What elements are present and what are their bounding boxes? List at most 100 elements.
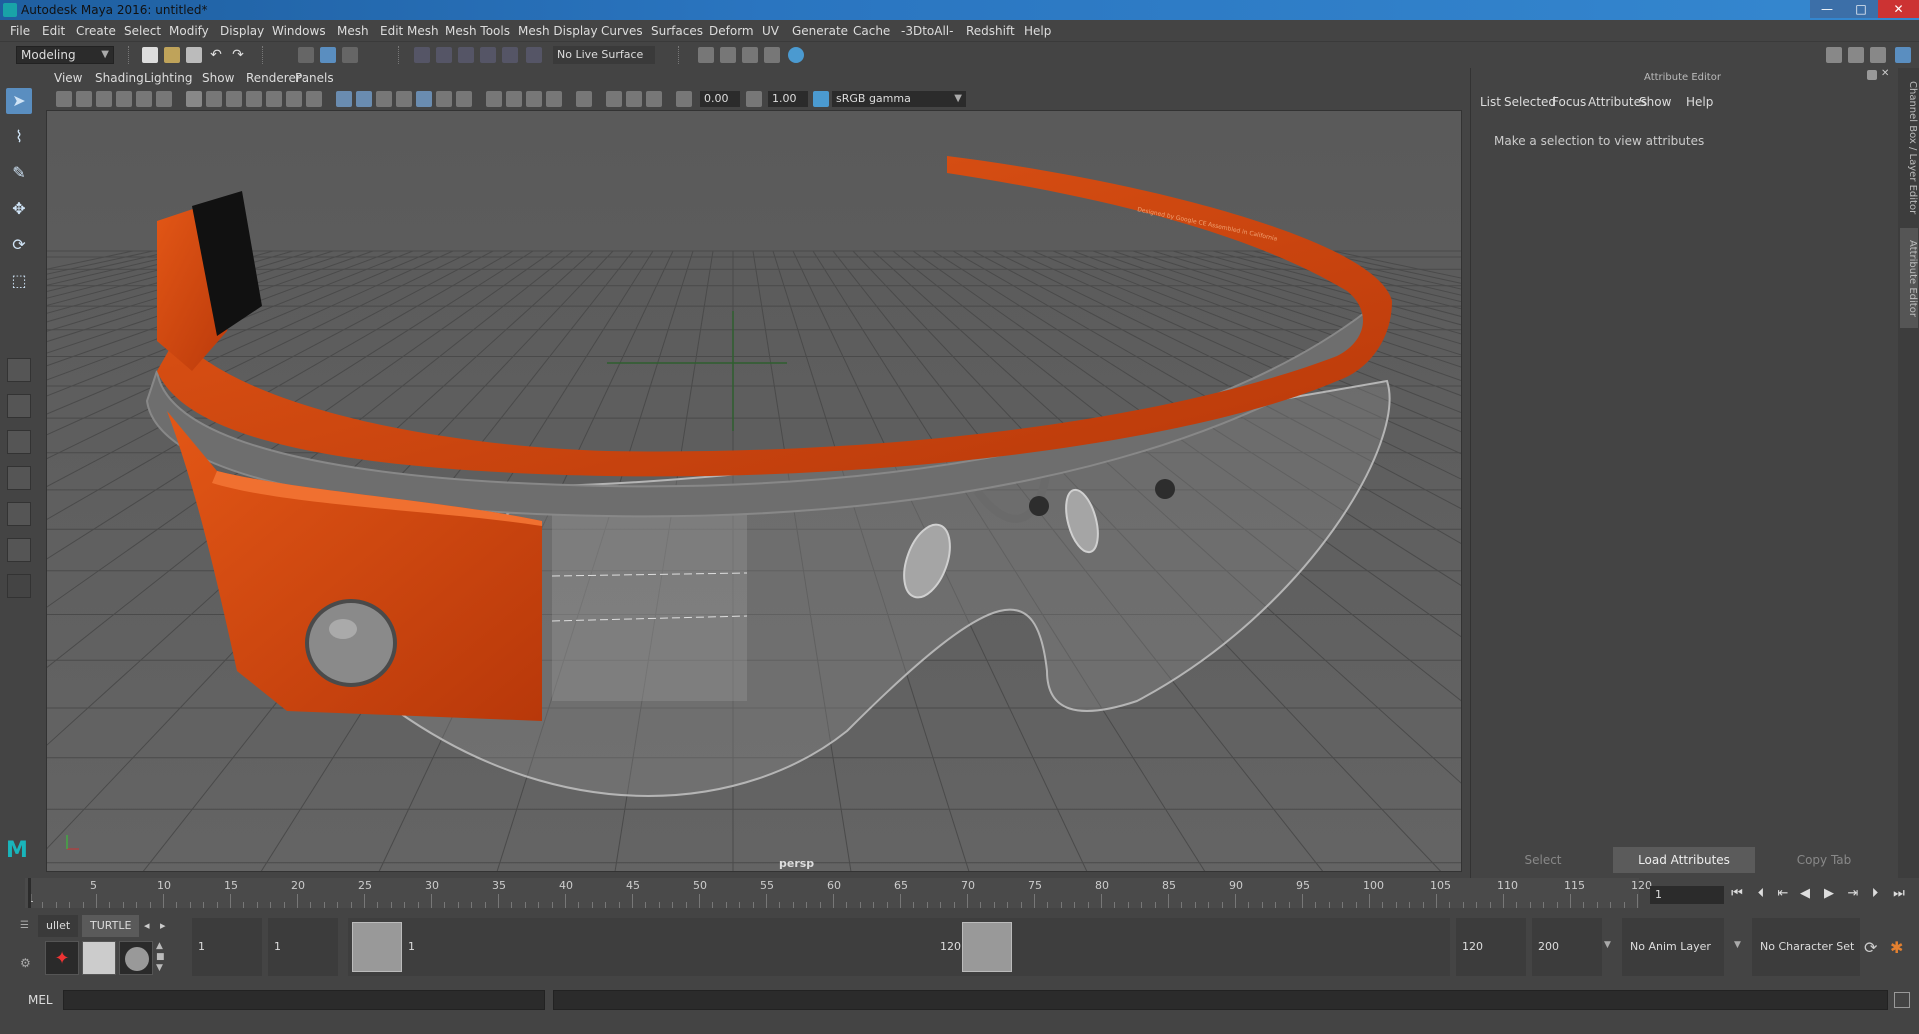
camera-select-icon[interactable] [56, 91, 72, 107]
use-default-material-icon[interactable] [376, 91, 392, 107]
snap-grid-icon[interactable] [414, 47, 430, 63]
menu-file[interactable]: File [10, 24, 30, 38]
xray-icon[interactable] [416, 91, 432, 107]
attr-menu-show[interactable]: Show [1639, 95, 1671, 109]
step-back-frame-icon[interactable]: ⇤ [1774, 884, 1792, 904]
current-time-indicator[interactable] [28, 878, 31, 908]
viewport-menu-lighting[interactable]: Lighting [144, 71, 193, 85]
undo-icon[interactable]: ↶ [208, 47, 224, 63]
attr-menu-list[interactable]: List [1480, 95, 1501, 109]
chevron-down-icon[interactable]: ▼ [1734, 940, 1741, 950]
command-input[interactable] [63, 990, 545, 1010]
minimize-button[interactable]: — [1810, 0, 1844, 18]
menu-generate[interactable]: Generate [792, 24, 848, 38]
wireframe-on-shaded-icon[interactable] [396, 91, 412, 107]
render-settings-icon[interactable] [764, 47, 780, 63]
hypershade-layout-icon[interactable] [7, 538, 31, 562]
hypershade-icon[interactable] [788, 47, 804, 63]
range-slider[interactable]: 1 120 [348, 918, 1450, 976]
attr-menu-focus[interactable]: Focus [1552, 95, 1586, 109]
modeling-toolkit-icon[interactable] [1826, 47, 1842, 63]
viewport-menu-show[interactable]: Show [202, 71, 234, 85]
shelf-tab-bullet[interactable]: ullet [38, 915, 79, 937]
menu-edit-mesh[interactable]: Edit Mesh [380, 24, 439, 38]
redo-icon[interactable]: ↷ [230, 47, 246, 63]
tool-settings-icon[interactable] [1870, 47, 1886, 63]
snap-surface-icon[interactable] [502, 47, 518, 63]
menu-windows[interactable]: Windows [272, 24, 326, 38]
menu-mesh[interactable]: Mesh [337, 24, 369, 38]
color-space-dropdown[interactable]: sRGB gamma ▼ [832, 91, 966, 107]
play-forward-icon[interactable]: ▶ [1820, 884, 1838, 904]
time-slider[interactable]: 1 51015202530354045505560657075808590951… [25, 878, 1652, 908]
snap-curve-icon[interactable] [436, 47, 452, 63]
grease-pencil-icon[interactable] [156, 91, 172, 107]
menu-mesh-display[interactable]: Mesh Display [518, 24, 598, 38]
xray-joints-icon[interactable] [606, 91, 622, 107]
exposure-field[interactable]: 0.00 [700, 91, 740, 107]
save-scene-icon[interactable] [186, 47, 202, 63]
menu-select[interactable]: Select [124, 24, 161, 38]
safe-action-icon[interactable] [286, 91, 302, 107]
safe-title-icon[interactable] [306, 91, 322, 107]
camera-attributes-icon[interactable] [76, 91, 92, 107]
textured-icon[interactable] [436, 91, 452, 107]
maximize-button[interactable]: □ [1844, 0, 1878, 18]
xray-active-icon[interactable] [626, 91, 642, 107]
close-button[interactable]: ✕ [1878, 0, 1919, 18]
live-surface-field[interactable]: No Live Surface [553, 46, 655, 64]
shadows-icon[interactable] [486, 91, 502, 107]
anim-layer-dropdown[interactable]: No Anim Layer [1622, 918, 1724, 976]
menu-set-dropdown[interactable]: Modeling ▼ [16, 46, 114, 64]
menu-redshift[interactable]: Redshift [966, 24, 1015, 38]
menu-mesh-tools[interactable]: Mesh Tools [445, 24, 510, 38]
menu-modify[interactable]: Modify [169, 24, 209, 38]
menu-deform[interactable]: Deform [709, 24, 754, 38]
move-tool-icon[interactable]: ✥ [6, 196, 32, 222]
float-panel-icon[interactable] [1867, 70, 1877, 80]
magnet-icon[interactable] [526, 47, 542, 63]
menu-cache[interactable]: Cache [853, 24, 890, 38]
current-frame-field[interactable]: 1 [1650, 886, 1724, 904]
ambient-occlusion-icon[interactable] [506, 91, 522, 107]
gamma-icon[interactable] [746, 91, 762, 107]
persp-outliner-layout-icon[interactable] [7, 430, 31, 454]
viewport-menu-renderer[interactable]: Renderer [246, 71, 301, 85]
wireframe-icon[interactable] [336, 91, 352, 107]
select-button[interactable]: Select [1475, 847, 1611, 873]
step-forward-frame-icon[interactable]: ⇥ [1844, 884, 1862, 904]
smooth-shade-icon[interactable] [356, 91, 372, 107]
film-gate-icon[interactable] [206, 91, 222, 107]
select-component-icon[interactable] [342, 47, 358, 63]
ipr-render-icon[interactable] [742, 47, 758, 63]
scale-tool-icon[interactable]: ⬚ [6, 268, 32, 294]
shelf-scroll-left-icon[interactable]: ◂ [144, 919, 150, 932]
select-hierarchy-icon[interactable] [298, 47, 314, 63]
range-start-handle[interactable] [352, 922, 402, 972]
menu-display[interactable]: Display [220, 24, 264, 38]
single-view-layout-icon[interactable] [7, 358, 31, 382]
range-end-handle[interactable] [962, 922, 1012, 972]
channel-box-toggle-icon[interactable] [1895, 47, 1911, 63]
anti-aliasing-icon[interactable] [546, 91, 562, 107]
isolate-select-icon[interactable] [576, 91, 592, 107]
end-time-field[interactable]: 200 [1532, 918, 1602, 976]
resolution-gate-icon[interactable] [226, 91, 242, 107]
go-to-start-icon[interactable]: ⏮ [1728, 884, 1746, 904]
perspective-viewport[interactable]: Designed by Google CE Assembled in Calif… [46, 110, 1462, 872]
viewport-menu-shading[interactable]: Shading [95, 71, 144, 85]
shelf-settings-icon[interactable]: ⚙ [20, 956, 32, 970]
script-editor-icon[interactable] [1894, 992, 1910, 1008]
field-chart-icon[interactable] [266, 91, 282, 107]
bookmark-icon[interactable] [96, 91, 112, 107]
grid-toggle-icon[interactable] [186, 91, 202, 107]
shelf-menu-icon[interactable]: ☰ [20, 920, 32, 931]
shelf-item-bake-icon[interactable]: ✦ [45, 941, 79, 975]
image-plane-icon[interactable] [116, 91, 132, 107]
start-time-field[interactable]: 1 [192, 918, 262, 976]
step-forward-key-icon[interactable]: ⏵ [1866, 884, 1884, 904]
playback-start-field[interactable]: 1 [268, 918, 338, 976]
select-object-icon[interactable] [320, 47, 336, 63]
exposure-icon[interactable] [676, 91, 692, 107]
shelf-item-sphere-icon[interactable] [119, 941, 153, 975]
